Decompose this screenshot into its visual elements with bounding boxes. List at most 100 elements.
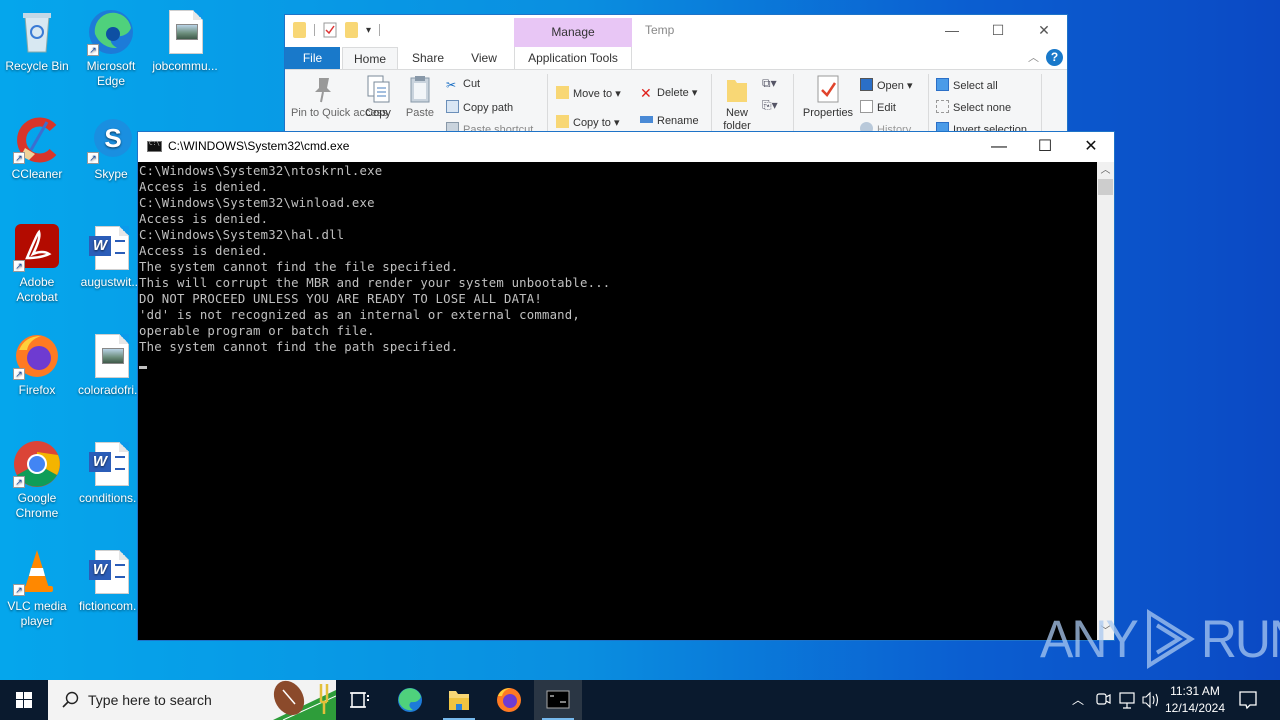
desktop-icon-firefox[interactable]: ↗ Firefox: [0, 332, 74, 398]
explorer-title: Temp: [645, 23, 675, 37]
tab-view[interactable]: View: [459, 47, 509, 69]
svg-text:S: S: [104, 123, 121, 153]
clock-date: 12/14/2024: [1164, 701, 1226, 715]
maximize-button[interactable]: ☐: [975, 15, 1021, 45]
start-button[interactable]: [0, 680, 48, 720]
cmd-maximize-button[interactable]: ☐: [1022, 132, 1068, 162]
cut-button[interactable]: ✂ Cut: [446, 78, 480, 92]
console-line: C:\Windows\System32\ntoskrnl.exe: [139, 164, 383, 178]
desktop-icon-chrome[interactable]: ↗ Google Chrome: [0, 440, 74, 521]
properties-icon: [814, 74, 842, 104]
action-center-button[interactable]: [1236, 680, 1260, 720]
select-none-button[interactable]: Select none: [936, 100, 1011, 114]
tab-file[interactable]: File: [285, 47, 340, 69]
ccleaner-icon: ↗: [13, 116, 61, 164]
delete-button[interactable]: ✕ Delete ▾: [640, 86, 697, 100]
taskbar-firefox[interactable]: [485, 680, 533, 720]
open-button[interactable]: Open ▾: [860, 78, 913, 92]
close-button[interactable]: ✕: [1021, 15, 1067, 45]
word-doc-icon: W: [87, 440, 135, 488]
cmd-window[interactable]: C:\WINDOWS\System32\cmd.exe — ☐ ✕ C:\Win…: [137, 131, 1115, 641]
edge-icon: ↗: [87, 8, 135, 56]
copy-to-button[interactable]: Copy to ▾: [556, 115, 620, 129]
scrollbar-thumb[interactable]: [1098, 179, 1113, 195]
copy-button[interactable]: Copy: [361, 70, 395, 119]
rename-button[interactable]: Rename: [640, 115, 699, 127]
move-to-button[interactable]: Move to ▾: [556, 86, 621, 100]
desktop-icon-ccleaner[interactable]: ↗ CCleaner: [0, 116, 74, 182]
taskbar-command-prompt[interactable]: [534, 680, 582, 720]
firefox-icon: ↗: [13, 332, 61, 380]
console-line: 'dd' is not recognized as an internal or…: [139, 308, 580, 322]
cmd-minimize-button[interactable]: —: [976, 132, 1022, 162]
properties-button[interactable]: Properties: [797, 70, 859, 119]
taskbar-search-box[interactable]: Type here to search: [48, 680, 336, 720]
taskbar-task-view[interactable]: [336, 680, 384, 720]
volume-icon[interactable]: [1140, 680, 1162, 720]
show-hidden-icons-button[interactable]: ︿: [1068, 680, 1088, 720]
network-icon[interactable]: [1116, 680, 1138, 720]
minimize-button[interactable]: —: [929, 15, 975, 45]
clock-time: 11:31 AM: [1170, 684, 1220, 698]
explorer-titlebar[interactable]: ▾ Manage Temp — ☐ ✕: [285, 15, 1067, 47]
easy-access-icon: ⎘▾: [762, 98, 778, 112]
console-line: This will corrupt the MBR and render you…: [139, 276, 611, 290]
system-clock[interactable]: 11:31 AM 12/14/2024: [1160, 683, 1230, 717]
cmd-close-button[interactable]: ✕: [1068, 132, 1114, 162]
tab-application-tools[interactable]: Application Tools: [514, 47, 632, 69]
tab-manage[interactable]: Manage: [514, 18, 632, 47]
windows-logo-icon: [16, 692, 32, 708]
shortcut-arrow-icon: ↗: [13, 368, 25, 380]
new-folder-button[interactable]: New folder: [719, 70, 755, 133]
select-none-icon: [936, 100, 949, 113]
meet-now-icon[interactable]: [1092, 680, 1114, 720]
easy-access-button[interactable]: ⎘▾: [762, 98, 778, 113]
shortcut-arrow-icon: ↗: [87, 44, 99, 56]
paste-button[interactable]: Paste: [403, 70, 437, 119]
paste-icon: [406, 74, 434, 104]
edit-button[interactable]: Edit: [860, 100, 896, 114]
select-all-icon: [936, 78, 949, 91]
taskbar-edge[interactable]: [386, 680, 434, 720]
tab-home[interactable]: Home: [342, 47, 398, 69]
taskbar-file-explorer[interactable]: [435, 680, 483, 720]
quick-access-toolbar: ▾: [293, 22, 381, 38]
image-file-icon: [161, 8, 209, 56]
customize-qat-icon[interactable]: ▾: [366, 25, 371, 36]
desktop-icon-recycle-bin[interactable]: Recycle Bin: [0, 8, 74, 74]
console-line: The system cannot find the file specifie…: [139, 260, 459, 274]
cmd-titlebar[interactable]: C:\WINDOWS\System32\cmd.exe — ☐ ✕: [138, 132, 1114, 162]
desktop-icon-label: CCleaner: [11, 167, 63, 181]
properties-check-icon[interactable]: [323, 22, 337, 38]
console-line: operable program or batch file.: [139, 324, 375, 338]
file-explorer-window[interactable]: ▾ Manage Temp — ☐ ✕ File Home Share View…: [284, 14, 1068, 136]
recycle-bin-icon: [13, 8, 61, 56]
scroll-up-button[interactable]: ︿: [1097, 162, 1114, 179]
word-doc-icon: W: [87, 548, 135, 596]
desktop-icon-edge[interactable]: ↗ Microsoft Edge: [74, 8, 148, 89]
new-folder-icon: [723, 74, 751, 104]
desktop-icon-jobcommu[interactable]: jobcommu...: [148, 8, 222, 74]
cmd-app-icon: [147, 140, 162, 152]
console-output[interactable]: C:\Windows\System32\ntoskrnl.exe Access …: [138, 162, 1099, 640]
select-all-button[interactable]: Select all: [936, 78, 998, 92]
desktop-icon-acrobat[interactable]: ↗ Adobe Acrobat: [0, 224, 74, 305]
help-icon[interactable]: ?: [1046, 49, 1063, 66]
rename-icon: [640, 116, 653, 123]
pin-quick-access-button[interactable]: Pin to Quick access: [291, 70, 388, 119]
ribbon: Pin to Quick access Copy Paste ✂ Cut Copy…: [285, 69, 1067, 136]
collapse-ribbon-icon[interactable]: ︿: [1028, 49, 1039, 65]
console-line: DO NOT PROCEED UNLESS YOU ARE READY TO L…: [139, 292, 542, 306]
console-line: Access is denied.: [139, 212, 269, 226]
new-item-button[interactable]: ⧉▾: [762, 76, 777, 91]
copy-path-button[interactable]: Copy path: [446, 100, 513, 114]
shortcut-arrow-icon: ↗: [13, 260, 25, 272]
tab-share[interactable]: Share: [403, 47, 453, 69]
image-file-icon: [87, 332, 135, 380]
search-icon: [62, 691, 79, 708]
vertical-scrollbar[interactable]: ︿ ﹀: [1097, 162, 1114, 640]
cmd-icon: [546, 690, 570, 709]
desktop-icon-vlc[interactable]: ↗ VLC media player: [0, 548, 74, 629]
copy-path-icon: [446, 100, 459, 113]
new-folder-icon[interactable]: [345, 22, 358, 38]
